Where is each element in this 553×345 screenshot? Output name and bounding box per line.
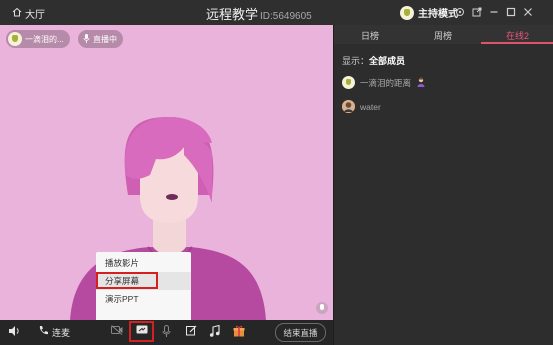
video-area: 一滴泪的... 直播中 播放影片 分享屏幕 演示PPT: [0, 25, 333, 320]
host-avatar: [400, 5, 414, 20]
maximize-icon[interactable]: [504, 5, 517, 18]
highlight-box-share-screen: [96, 272, 158, 289]
close-icon[interactable]: [521, 5, 534, 18]
edit-icon[interactable]: [186, 325, 197, 336]
tab-online[interactable]: 在线2: [506, 29, 529, 42]
speaker-icon[interactable]: [8, 325, 20, 337]
home-label: 大厅: [25, 10, 45, 21]
live-status-chip: 直播中: [78, 30, 123, 48]
member-avatar: [342, 100, 355, 113]
music-icon[interactable]: [209, 325, 220, 337]
room-id: ID:5649605: [260, 11, 312, 22]
share-out-icon[interactable]: [470, 5, 483, 18]
menu-item-present-ppt[interactable]: 演示PPT: [96, 290, 191, 308]
member-filter-value: 全部成员: [369, 56, 406, 66]
microphone-icon[interactable]: [162, 325, 171, 337]
host-role-icon: [416, 77, 426, 89]
gift-icon[interactable]: [233, 325, 245, 337]
home-button[interactable]: 大厅: [12, 6, 45, 21]
live-status-label: 直播中: [93, 34, 117, 44]
side-panel: 日榜 周榜 在线2 显示：全部成员 一滴泪的距离 water: [333, 25, 553, 345]
member-avatar: [342, 76, 355, 89]
panel-tabs: 日榜 周榜 在线2: [334, 25, 553, 44]
member-row[interactable]: water: [342, 100, 381, 113]
member-filter-label: 显示：: [342, 56, 370, 66]
phone-icon: [38, 325, 48, 339]
member-name: 一滴泪的距离: [360, 77, 412, 88]
member-filter[interactable]: 显示：全部成员: [342, 54, 405, 67]
window-controls: [453, 5, 534, 18]
bottom-toolbar: 连麦 结束直播: [0, 320, 333, 345]
host-chip-label: 一滴泪的...: [25, 34, 64, 44]
window-title: 远程教学 ID:5649605: [206, 4, 312, 23]
connect-mic-label: 连麦: [52, 327, 71, 338]
menu-item-play-movie[interactable]: 播放影片: [96, 254, 191, 272]
tab-weekly-rank[interactable]: 周榜: [434, 29, 452, 42]
host-mode-label: 主持模式: [418, 9, 458, 20]
camera-icon[interactable]: [111, 325, 123, 335]
member-name: water: [360, 101, 381, 112]
microphone-icon: [83, 33, 90, 45]
host-chip-avatar: [8, 32, 22, 46]
host-mode-indicator[interactable]: 主持模式: [400, 5, 458, 20]
highlight-box-screen-share: [129, 321, 154, 342]
active-tab-underline: [481, 42, 553, 44]
host-chip[interactable]: 一滴泪的...: [6, 30, 70, 48]
gear-icon[interactable]: [453, 5, 466, 18]
end-live-button[interactable]: 结束直播: [275, 323, 326, 342]
tab-daily-rank[interactable]: 日榜: [361, 29, 379, 42]
member-row[interactable]: 一滴泪的距离: [342, 76, 426, 89]
home-icon: [12, 7, 22, 20]
minimize-icon[interactable]: [487, 5, 500, 18]
room-title: 远程教学: [206, 7, 259, 22]
connect-mic-button[interactable]: 连麦: [38, 325, 70, 339]
title-bar: 大厅 远程教学 ID:5649605 主持模式: [0, 0, 553, 26]
